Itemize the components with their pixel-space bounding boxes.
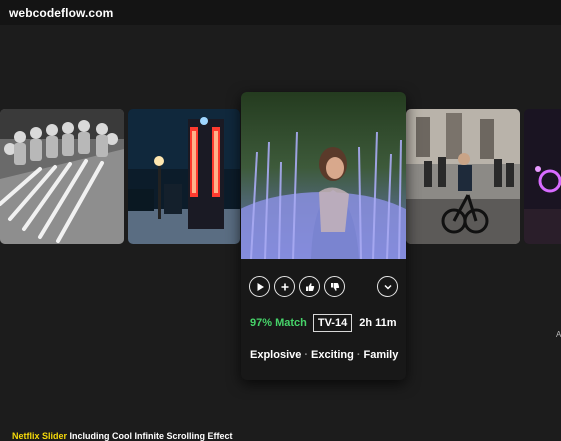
slider-stage: 97% Match TV-14 2h 11m Explosive · Excitin…: [0, 25, 561, 441]
thumbs-down-icon: [330, 282, 339, 291]
match-score: 97% Match: [250, 317, 307, 329]
genre-tag: Family: [363, 349, 399, 361]
slider-card-neon-purple[interactable]: [524, 109, 561, 244]
caption-highlight: Netflix Slider: [12, 431, 68, 441]
play-button[interactable]: [249, 276, 270, 297]
genre-separator: ·: [304, 349, 309, 361]
plus-icon: [281, 283, 288, 290]
like-button[interactable]: [299, 276, 320, 297]
genre-separator: ·: [356, 349, 361, 361]
slider-card-neon-street[interactable]: [128, 109, 240, 244]
genre-tags: Explosive · Exciting · Family: [250, 349, 398, 361]
play-icon: [257, 282, 264, 291]
chevron-down-icon: [383, 284, 392, 290]
featured-poster[interactable]: [241, 92, 406, 259]
thumbs-up-icon: [305, 282, 314, 291]
caption: Netflix Slider Including Cool Infinite S…: [12, 431, 233, 441]
caption-text: Including Cool Infinite Scrolling Effect: [67, 431, 233, 441]
slider-card-cyclists[interactable]: [406, 109, 520, 244]
genre-tag: Explosive: [250, 349, 302, 361]
add-to-list-button[interactable]: [274, 276, 295, 297]
genre-tag: Exciting: [311, 349, 354, 361]
neon-purple-thumbnail: [524, 109, 561, 244]
neon-street-thumbnail: [128, 109, 240, 244]
meta-row: 97% Match TV-14 2h 11m: [250, 314, 397, 332]
dancers-thumbnail: [0, 109, 124, 244]
featured-card[interactable]: 97% Match TV-14 2h 11m Explosive · Excitin…: [241, 92, 406, 380]
duration: 2h 11m: [359, 317, 397, 329]
maturity-rating-badge: TV-14: [312, 314, 353, 332]
cyclists-thumbnail: [406, 109, 520, 244]
dislike-button[interactable]: [324, 276, 345, 297]
more-info-button[interactable]: [377, 276, 398, 297]
slider-card-dancers[interactable]: [0, 109, 124, 244]
lavender-field-image: [241, 92, 406, 259]
offscreen-text-fragment: A: [556, 330, 561, 339]
site-title: webcodeflow.com: [9, 6, 114, 20]
controls-row: [249, 276, 399, 298]
top-bar: webcodeflow.com: [0, 0, 561, 25]
